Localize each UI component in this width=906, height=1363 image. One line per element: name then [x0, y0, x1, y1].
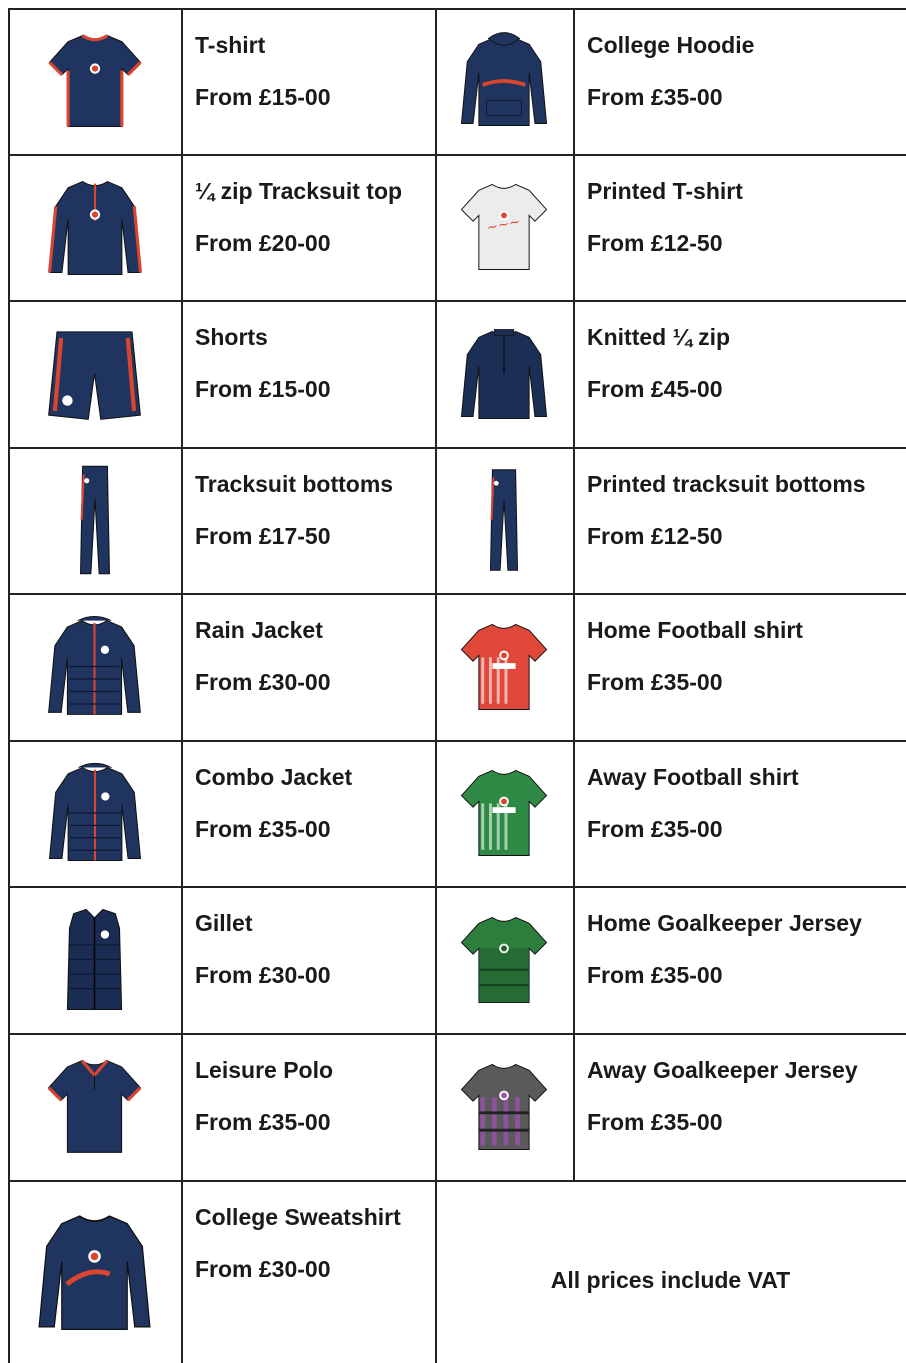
product-image: ~~~ — [435, 154, 573, 300]
product-info-cell: T-shirt From £15-00 — [181, 8, 435, 154]
product-price: From £35-00 — [587, 1109, 723, 1135]
product-image — [8, 886, 181, 1033]
product-price: From £35-00 — [195, 816, 331, 842]
product-price: From £35-00 — [587, 669, 723, 695]
product-info-cell: Home Goalkeeper Jersey From £35-00 — [573, 886, 906, 1033]
away-football-shirt-icon — [460, 769, 548, 857]
product-name: ¼ zip Tracksuit top — [195, 178, 403, 204]
product-info-cell: Tracksuit bottoms From £17-50 — [181, 447, 435, 593]
product-image — [435, 1033, 573, 1180]
product-info-cell: Home Football shirt From £35-00 — [573, 593, 906, 740]
product-image — [435, 740, 573, 886]
product-name: College Hoodie — [587, 32, 755, 58]
product-image — [8, 740, 181, 886]
product-price: From £35-00 — [587, 816, 723, 842]
product-name: Knitted ¼ zip — [587, 324, 731, 350]
product-price: From £30-00 — [195, 1256, 331, 1282]
product-info-cell: Printed tracksuit bottoms From £12-50 — [573, 447, 906, 593]
product-name: Printed T-shirt — [587, 178, 743, 204]
product-info-cell: Printed T-shirt From £12-50 — [573, 154, 906, 300]
tshirt-icon — [47, 34, 142, 127]
hoodie-icon — [460, 32, 548, 126]
price-list-table: T-shirt From £15-00 College Hoodie From £35… — [8, 8, 906, 1363]
product-image — [435, 8, 573, 154]
product-name: Combo Jacket — [195, 764, 353, 790]
product-info-cell: Gillet From £30-00 — [181, 886, 435, 1033]
product-info-cell: Knitted ¼ zip From £45-00 — [573, 300, 906, 447]
home-football-shirt-icon — [460, 623, 548, 710]
product-info-cell: ¼ zip Tracksuit top From £20-00 — [181, 154, 435, 300]
product-name: Away Goalkeeper Jersey — [587, 1057, 858, 1083]
product-price: From £35-00 — [587, 962, 723, 988]
product-image — [8, 300, 181, 447]
home-goalkeeper-jersey-icon — [460, 916, 548, 1003]
product-image — [8, 1180, 181, 1363]
away-goalkeeper-jersey-icon — [460, 1063, 548, 1150]
product-info-cell: Away Football shirt From £35-00 — [573, 740, 906, 886]
product-info-cell: College Hoodie From £35-00 — [573, 8, 906, 154]
product-price: From £30-00 — [195, 669, 331, 695]
product-name: Tracksuit bottoms — [195, 471, 394, 497]
sweatshirt-icon — [38, 1215, 151, 1331]
product-name: Home Football shirt — [587, 617, 803, 643]
product-info-cell: Away Goalkeeper Jersey From £35-00 — [573, 1033, 906, 1180]
gillet-icon — [66, 908, 123, 1011]
product-name: College Sweatshirt — [195, 1204, 401, 1230]
product-price: From £17-50 — [195, 523, 331, 549]
product-price: From £15-00 — [195, 84, 331, 110]
product-price: From £12-50 — [587, 523, 723, 549]
shorts-icon — [48, 331, 141, 420]
printed-bottoms-icon — [489, 469, 519, 571]
product-image — [8, 593, 181, 740]
tracksuit-bottoms-icon — [79, 465, 110, 575]
product-price: From £35-00 — [587, 84, 723, 110]
combo-jacket-icon — [48, 762, 141, 862]
vat-note-cell: All prices include VAT — [435, 1180, 906, 1363]
product-image — [435, 447, 573, 593]
printed-tshirt-icon: ~~~ — [460, 183, 548, 271]
product-name: Rain Jacket — [195, 617, 323, 643]
product-info-cell: Rain Jacket From £30-00 — [181, 593, 435, 740]
product-price: From £30-00 — [195, 962, 331, 988]
vat-note: All prices include VAT — [550, 1267, 791, 1293]
product-price: From £15-00 — [195, 376, 331, 402]
product-image — [435, 886, 573, 1033]
product-image — [8, 447, 181, 593]
product-info-cell: Shorts From £15-00 — [181, 300, 435, 447]
product-price: From £45-00 — [587, 376, 723, 402]
product-image — [8, 154, 181, 300]
quarter-zip-top-icon — [47, 180, 142, 276]
knitted-zip-icon — [460, 328, 548, 419]
polo-icon — [47, 1059, 142, 1153]
product-image — [8, 8, 181, 154]
product-image — [435, 593, 573, 740]
product-name: Gillet — [195, 910, 253, 936]
product-name: Away Football shirt — [587, 764, 799, 790]
product-price: From £35-00 — [195, 1109, 331, 1135]
product-image — [8, 1033, 181, 1180]
product-info-cell: Combo Jacket From £35-00 — [181, 740, 435, 886]
product-name: Shorts — [195, 324, 268, 350]
product-name: Printed tracksuit bottoms — [587, 471, 866, 497]
product-name: Leisure Polo — [195, 1057, 334, 1083]
product-name: T-shirt — [195, 32, 266, 58]
product-price: From £20-00 — [195, 230, 331, 256]
product-price: From £12-50 — [587, 230, 723, 256]
product-image — [435, 300, 573, 447]
product-name: Home Goalkeeper Jersey — [587, 910, 862, 936]
rain-jacket-icon — [48, 615, 141, 715]
product-info-cell: Leisure Polo From £35-00 — [181, 1033, 435, 1180]
product-info-cell: College Sweatshirt From £30-00 — [181, 1180, 435, 1363]
